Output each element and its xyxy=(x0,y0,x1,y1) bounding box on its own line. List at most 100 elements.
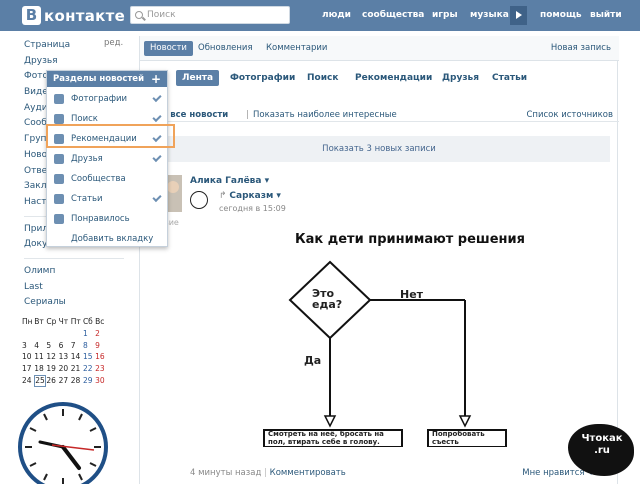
calendar-day[interactable]: 29 xyxy=(83,375,95,387)
calendar-day[interactable]: 14 xyxy=(71,351,83,363)
calendar-header: Пн Вт Ср Чт Пт Сб Вс xyxy=(22,316,108,328)
calendar-week: 17 18 19 20 21 22 23 xyxy=(22,363,108,375)
calendar-day-name: Вс xyxy=(95,317,105,326)
calendar-day[interactable] xyxy=(46,328,58,340)
like-label: Мне нравится xyxy=(522,468,585,478)
dropdown-item-friends[interactable]: Друзья xyxy=(47,149,167,169)
post-timestamp[interactable]: сегодня в 15:09 xyxy=(219,204,286,213)
meme-left-box-text: Смотреть на неё, бросать на пол, втирать… xyxy=(268,431,384,446)
repost-source-name: Сарказм xyxy=(229,191,274,201)
calendar-day[interactable]: 19 xyxy=(46,363,58,375)
nav-communities[interactable]: сообщества xyxy=(362,0,424,31)
calendar-day-name: Пт xyxy=(70,317,81,326)
calendar-day[interactable]: 5 xyxy=(46,340,58,352)
tab-updates[interactable]: Обновления xyxy=(198,41,253,56)
highlight-frame xyxy=(46,124,175,148)
heart-icon xyxy=(54,214,64,224)
repost-avatar[interactable] xyxy=(190,191,208,209)
calendar-day[interactable]: 18 xyxy=(34,363,46,375)
sidebar-item-series[interactable]: Сериалы xyxy=(24,295,124,311)
nav-help[interactable]: помощь xyxy=(540,0,582,31)
logo[interactable]: В контакте xyxy=(22,6,125,25)
flowchart-icon xyxy=(263,260,507,447)
new-post-link[interactable]: Новая запись xyxy=(551,41,611,56)
calendar-day[interactable]: 1 xyxy=(83,328,95,340)
calendar-day[interactable]: 7 xyxy=(71,340,83,352)
calendar-day[interactable]: 16 xyxy=(95,351,107,363)
meme-yes-label: Да xyxy=(304,354,322,367)
calendar-day[interactable]: 20 xyxy=(59,363,71,375)
sidebar-item-page[interactable]: Страница xyxy=(24,38,124,54)
subtab-friends[interactable]: Друзья xyxy=(442,70,479,86)
calendar-day[interactable]: 30 xyxy=(95,375,107,387)
checkmark-icon[interactable] xyxy=(152,112,162,123)
nav-people[interactable]: люди xyxy=(322,0,351,31)
calendar-day[interactable]: 12 xyxy=(46,351,58,363)
top-bar: В контакте Поиск люди сообщества игры му… xyxy=(0,0,640,31)
calendar-widget: Пн Вт Ср Чт Пт Сб Вс 1 2 3 4 5 6 7 8 9 1… xyxy=(22,316,108,387)
calendar-day[interactable]: 8 xyxy=(83,340,95,352)
subtab-search[interactable]: Поиск xyxy=(307,70,338,86)
subtab-feed[interactable]: Лента xyxy=(176,70,220,86)
dropdown-item-label: Сообщества xyxy=(71,174,126,184)
post-author[interactable]: Алика Галёва ▾ xyxy=(190,176,269,186)
search-input[interactable]: Поиск xyxy=(130,6,290,24)
dropdown-item-liked[interactable]: Понравилось xyxy=(47,209,167,229)
checkmark-icon[interactable] xyxy=(152,92,162,103)
subtab-recommendations[interactable]: Рекомендации xyxy=(355,70,432,86)
calendar-day-today[interactable]: 25 xyxy=(34,374,47,387)
calendar-day[interactable]: 3 xyxy=(22,340,34,352)
calendar-day[interactable]: 13 xyxy=(59,351,71,363)
checkmark-icon[interactable] xyxy=(152,152,162,163)
calendar-day[interactable]: 28 xyxy=(71,375,83,387)
calendar-day[interactable]: 11 xyxy=(34,351,46,363)
comment-link[interactable]: Комментировать xyxy=(270,468,346,478)
clock-widget xyxy=(18,402,108,484)
tab-news[interactable]: Новости xyxy=(144,41,193,56)
calendar-day[interactable]: 24 xyxy=(22,375,34,387)
sidebar-item-friends[interactable]: Друзья xyxy=(24,54,124,70)
show-new-posts-button[interactable]: Показать 3 новых записи xyxy=(148,136,610,162)
sources-list-link[interactable]: Список источников xyxy=(526,108,613,122)
calendar-day[interactable]: 23 xyxy=(95,363,107,375)
nav-logout[interactable]: выйти xyxy=(590,0,622,31)
calendar-day[interactable]: 15 xyxy=(83,351,95,363)
calendar-day[interactable] xyxy=(22,328,34,340)
calendar-day[interactable]: 10 xyxy=(22,351,34,363)
dropdown-item-articles[interactable]: Статьи xyxy=(47,189,167,209)
add-tab-button[interactable]: Добавить вкладку xyxy=(47,229,167,249)
post-footer: 4 минуты назад | Комментировать xyxy=(190,468,346,478)
calendar-day[interactable]: 22 xyxy=(83,363,95,375)
calendar-day[interactable]: 4 xyxy=(34,340,46,352)
calendar-day[interactable] xyxy=(71,328,83,340)
post-image[interactable]: Как дети принимают решения Это еда? Нет … xyxy=(260,232,560,447)
calendar-week: 24 25 26 27 28 29 30 xyxy=(22,374,108,387)
calendar-day[interactable] xyxy=(34,328,46,340)
subtab-articles[interactable]: Статьи xyxy=(492,70,527,86)
tab-comments[interactable]: Комментарии xyxy=(266,41,327,56)
watermark-text: Чтокак .ru xyxy=(581,433,623,456)
calendar-day[interactable]: 17 xyxy=(22,363,34,375)
post-footer-time[interactable]: 4 минуты назад xyxy=(190,468,261,478)
calendar-day[interactable]: 9 xyxy=(95,340,107,352)
calendar-day[interactable]: 27 xyxy=(59,375,71,387)
nav-games[interactable]: игры xyxy=(432,0,458,31)
nav-music[interactable]: музыка xyxy=(470,0,509,31)
plus-icon[interactable]: + xyxy=(151,71,161,87)
subtab-photos[interactable]: Фотографии xyxy=(230,70,295,86)
calendar-day[interactable] xyxy=(59,328,71,340)
calendar-day-name: Пн xyxy=(22,317,33,326)
dropdown-header: Разделы новостей + xyxy=(47,71,167,87)
calendar-day[interactable]: 6 xyxy=(59,340,71,352)
calendar-day[interactable]: 26 xyxy=(46,375,58,387)
play-icon[interactable] xyxy=(510,6,527,25)
calendar-day[interactable]: 21 xyxy=(71,363,83,375)
calendar-day[interactable]: 2 xyxy=(95,328,107,340)
filter-interesting[interactable]: Показать наиболее интересные xyxy=(253,108,397,122)
checkmark-icon[interactable] xyxy=(152,192,162,203)
repost-source[interactable]: ↱ Сарказм ▾ xyxy=(219,191,281,201)
dropdown-item-photos[interactable]: Фотографии xyxy=(47,89,167,109)
sidebar-item-last[interactable]: Last xyxy=(24,280,124,296)
sidebar-item-olimp[interactable]: Олимп xyxy=(24,264,124,280)
dropdown-item-communities[interactable]: Сообщества xyxy=(47,169,167,189)
